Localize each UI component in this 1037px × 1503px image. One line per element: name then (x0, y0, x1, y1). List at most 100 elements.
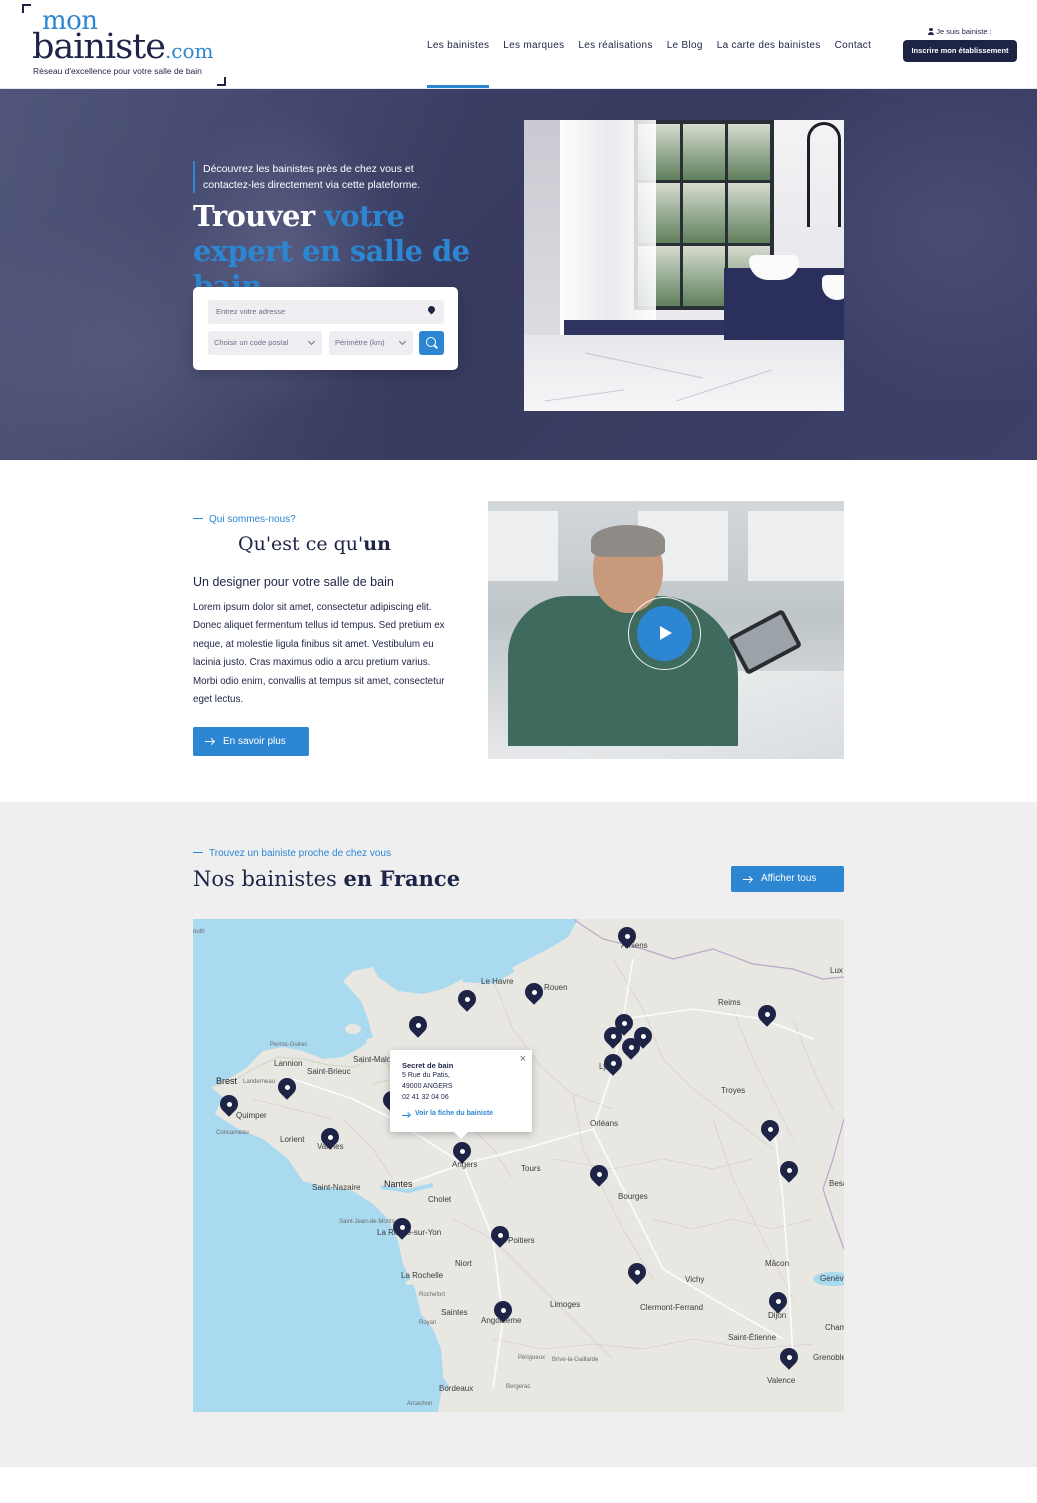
logo-suffix: .com (164, 39, 214, 63)
address-placeholder: Entrez votre adresse (216, 307, 286, 316)
map-marker[interactable] (617, 925, 637, 953)
play-icon[interactable] (637, 606, 692, 661)
pro-label: Je suis bainiste : (903, 27, 1017, 36)
photo-window-pane (683, 246, 725, 306)
map-marker[interactable] (621, 1036, 641, 1064)
map-marker[interactable] (452, 1140, 472, 1168)
nav-les-realisations[interactable]: Les réalisations (571, 40, 659, 88)
map-marker[interactable] (277, 1076, 297, 1104)
nav-carte-des-bainistes[interactable]: La carte des bainistes (710, 40, 828, 88)
radius-placeholder: Périmètre (km) (335, 338, 385, 347)
map-marker[interactable] (457, 988, 477, 1016)
map-marker[interactable] (219, 1093, 239, 1121)
map-marker[interactable] (408, 1014, 428, 1042)
map-marker[interactable] (757, 1003, 777, 1031)
about-video[interactable] (488, 501, 844, 759)
map-marker[interactable] (627, 1261, 647, 1289)
map-marker[interactable] (320, 1126, 340, 1154)
map-label: Brest (216, 1076, 238, 1086)
about-body: Lorem ipsum dolor sit amet, consectetur … (193, 602, 445, 706)
map-marker[interactable] (490, 1224, 510, 1252)
popup-address-line-1: 5 Rue du Patis, (402, 1072, 450, 1079)
popup-address-line-2: 49000 ANGERS (402, 1083, 453, 1090)
map-label: Valence (767, 1376, 796, 1385)
map-label: Besançon (829, 1179, 844, 1188)
map-marker[interactable] (524, 981, 544, 1009)
search-card: Entrez votre adresse Choisir un code pos… (193, 287, 458, 370)
map-marker[interactable] (392, 1216, 412, 1244)
map-marker[interactable] (779, 1346, 799, 1374)
arrow-right-icon (402, 1115, 410, 1116)
nav-les-marques[interactable]: Les marques (496, 40, 571, 88)
learn-more-label: En savoir plus (223, 736, 286, 747)
learn-more-button[interactable]: En savoir plus (193, 727, 309, 756)
map-label: Nantes (384, 1179, 413, 1189)
map-label: Saint-Malo (353, 1055, 392, 1064)
video-person-body (508, 596, 738, 746)
map-marker[interactable] (603, 1052, 623, 1080)
map-label: Lannion (274, 1059, 303, 1068)
map-label: Lux (830, 966, 843, 975)
map-label: Chambéry (825, 1323, 844, 1332)
map-marker[interactable] (603, 1025, 623, 1053)
photo-window-pane (683, 183, 725, 243)
chevron-down-icon (307, 337, 316, 346)
nav-le-blog[interactable]: Le Blog (660, 40, 710, 88)
bainistes-map[interactable]: outh Le Havre Rouen Reims Lux Perros-Gui… (193, 919, 844, 1412)
map-marker[interactable] (760, 1118, 780, 1146)
logo-wordmark: bainiste (32, 27, 166, 67)
logo-tagline: Réseau d'excellence pour votre salle de … (33, 66, 202, 76)
map-label: Orléans (590, 1119, 619, 1128)
postal-code-select[interactable]: Choisir un code postal (208, 331, 322, 355)
map-label: Concarneau (216, 1130, 249, 1136)
map-kicker: Trouvez un bainiste proche de chez vous (193, 848, 391, 859)
map-marker[interactable] (589, 1163, 609, 1191)
map-label: Limoges (550, 1300, 581, 1309)
address-input[interactable]: Entrez votre adresse (208, 300, 444, 324)
map-label: Poitiers (508, 1236, 535, 1245)
site-logo[interactable]: mon bainiste.com Réseau d'excellence pou… (22, 4, 232, 86)
map-label: Bordeaux (439, 1384, 474, 1393)
map-marker[interactable] (779, 1159, 799, 1187)
map-label: Saint-Jean-de-Monts (339, 1219, 395, 1225)
chevron-down-icon (398, 337, 407, 346)
postal-code-placeholder: Choisir un code postal (214, 338, 289, 347)
location-pin-icon (426, 304, 437, 315)
map-label: Perros-Guirec (270, 1042, 308, 1048)
arrow-right-icon (743, 879, 752, 880)
nav-contact[interactable]: Contact (828, 40, 879, 88)
about-title-bold: un (363, 533, 391, 555)
show-all-button[interactable]: Afficher tous (731, 866, 844, 892)
site-header: mon bainiste.com Réseau d'excellence pou… (0, 0, 1037, 89)
search-button[interactable] (419, 331, 444, 355)
about-subtitle: Un designer pour votre salle de bain (193, 575, 394, 589)
map-label: Saint-Nazaire (312, 1183, 361, 1192)
map-label: Genève (820, 1274, 844, 1283)
radius-select[interactable]: Périmètre (km) (329, 331, 413, 355)
map-label: outh (193, 929, 205, 935)
map-label: Niort (455, 1259, 472, 1268)
map-label: Arcachon (407, 1401, 433, 1407)
map-marker[interactable] (493, 1299, 513, 1327)
photo-window-pane (683, 124, 725, 180)
map-label: Tours (521, 1164, 541, 1173)
main-nav: Les bainistes Les marques Les réalisatio… (420, 40, 878, 88)
map-title-bold: en France (343, 866, 461, 891)
nav-les-bainistes[interactable]: Les bainistes (420, 40, 496, 88)
map-label: Rochefort (419, 1292, 446, 1298)
map-label: Saint-Brieuc (307, 1067, 351, 1076)
register-establishment-button[interactable]: Inscrire mon établissement (903, 40, 1017, 62)
hero-intro: Découvrez les bainistes près de chez vou… (193, 161, 463, 193)
map-label: Lorient (280, 1135, 305, 1144)
popup-view-profile-link[interactable]: Voir la fiche du bainiste (402, 1110, 493, 1117)
map-marker[interactable] (768, 1290, 788, 1318)
video-person-hair (591, 525, 665, 557)
about-title: Qu'est ce qu'un (238, 533, 391, 555)
map-label: Saintes (441, 1308, 468, 1317)
close-icon[interactable]: × (520, 1053, 526, 1065)
map-label: Mâcon (765, 1259, 790, 1268)
map-label: Brive-la-Gaillarde (552, 1357, 599, 1363)
about-section: Qui sommes-nous? Qu'est ce qu'un Un desi… (0, 460, 1037, 802)
popup-phone: 02 41 32 04 06 (402, 1094, 449, 1101)
photo-curtain (560, 120, 656, 335)
